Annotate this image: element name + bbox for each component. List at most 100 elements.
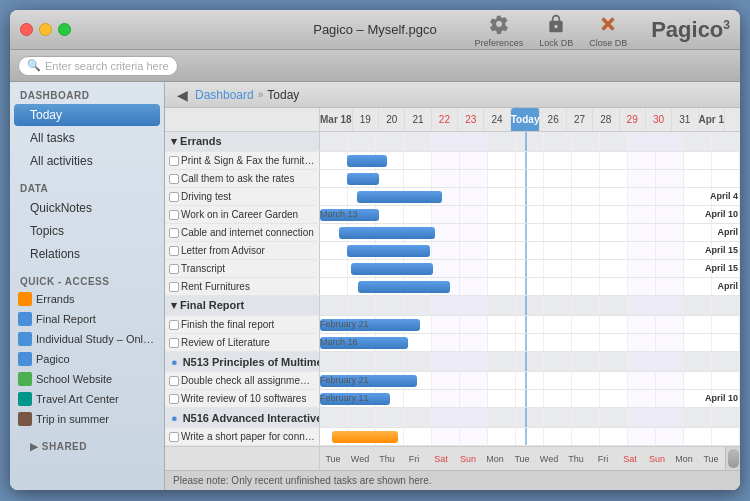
shared-section: ▶ SHARED [10, 431, 164, 462]
scrollbar-footer[interactable] [725, 447, 740, 470]
task-bar [357, 191, 442, 203]
task-checkbox[interactable] [169, 228, 179, 238]
gantt-body[interactable]: ▾ ErrandsPrint & Sign & Fax the furnitur… [165, 132, 740, 446]
qa-icon-school-website [18, 372, 32, 386]
task-checkbox[interactable] [169, 264, 179, 274]
maximize-button[interactable] [58, 23, 71, 36]
sidebar-item-quicknotes[interactable]: QuickNotes [14, 197, 160, 219]
content-area: ◀ Dashboard » Today Mar 18 19 20 21 22 2… [165, 82, 740, 490]
task-bars-area: February 21 [320, 316, 740, 333]
task-text: Driving test [181, 191, 231, 202]
date-27: 27 [567, 108, 593, 131]
foot-mon2: Mon [671, 447, 698, 470]
task-checkbox[interactable] [169, 174, 179, 184]
foot-sat2: Sat [617, 447, 644, 470]
titlebar: Pagico – Myself.pgco Preferences Lock DB [10, 10, 740, 50]
date-26: 26 [540, 108, 566, 131]
section-header-label[interactable]: ▾ Errands [165, 132, 320, 151]
task-label: Letter from Advisor [165, 242, 320, 259]
sidebar-item-all-tasks[interactable]: All tasks [14, 127, 160, 149]
foot-sun2: Sun [644, 447, 671, 470]
gantt-label-col-header [165, 108, 320, 131]
minimize-button[interactable] [39, 23, 52, 36]
close-db-label: Close DB [589, 38, 627, 48]
task-text: Cable and internet connection [181, 227, 314, 238]
scrollbar-spacer [725, 108, 740, 131]
task-checkbox[interactable] [169, 156, 179, 166]
task-label: Transcript [165, 260, 320, 277]
date-24: 24 [484, 108, 510, 131]
sidebar-item-relations[interactable]: Relations [14, 243, 160, 265]
section-header-label[interactable]: ●N513 Principles of Multimedia... [165, 352, 320, 371]
task-checkbox[interactable] [169, 282, 179, 292]
section-header-label[interactable]: ●N516 Advanced Interactive [165, 408, 320, 427]
task-bar [347, 245, 430, 257]
foot-mon1: Mon [482, 447, 509, 470]
task-text: Review of Literature [181, 337, 270, 348]
gantt-row: Letter from Advisor April 15 [165, 242, 740, 260]
task-bars-area [320, 170, 740, 187]
shared-section-title[interactable]: ▶ SHARED [20, 439, 154, 454]
task-label: Cable and internet connection [165, 224, 320, 241]
qa-item-final-report[interactable]: Final Report [10, 309, 164, 329]
task-checkbox[interactable] [169, 376, 179, 386]
bar-start-label: March 13 [320, 209, 358, 219]
breadcrumb-dashboard[interactable]: Dashboard [195, 88, 254, 102]
qa-item-trip-summer[interactable]: Trip in summer [10, 409, 164, 429]
gantt-row: Print & Sign & Fax the furniture [165, 152, 740, 170]
qa-label-pagico: Pagico [36, 353, 70, 365]
task-label: Finish the final report [165, 316, 320, 333]
sidebar-item-topics[interactable]: Topics [14, 220, 160, 242]
search-box[interactable]: 🔍 Enter search criteria here [18, 56, 178, 76]
task-checkbox[interactable] [169, 246, 179, 256]
gantt-row: Finish the final reportFebruary 21 [165, 316, 740, 334]
lock-db-button[interactable]: Lock DB [539, 12, 573, 48]
sidebar-item-all-activities[interactable]: All activities [14, 150, 160, 172]
pagico-logo: Pagico3 [651, 17, 730, 43]
window-title: Pagico – Myself.pgco [313, 22, 437, 37]
breadcrumb-sep: » [258, 89, 264, 100]
gantt-row: ▾ Errands [165, 132, 740, 152]
breadcrumb-today: Today [267, 88, 299, 102]
section-header-label[interactable]: ▾ Final Report [165, 296, 320, 315]
dashboard-section-title: DASHBOARD [10, 88, 164, 103]
gantt-header: Mar 18 19 20 21 22 23 24 Today 26 27 28 … [165, 108, 740, 132]
window-controls [20, 23, 71, 36]
qa-item-school-website[interactable]: School Website [10, 369, 164, 389]
task-label: Rent Furnitures [165, 278, 320, 295]
bar-end-label: April 10 [705, 393, 738, 403]
task-checkbox[interactable] [169, 394, 179, 404]
task-label: Review of Literature [165, 334, 320, 351]
back-button[interactable]: ◀ [173, 86, 191, 104]
task-bars-area: April 15 [320, 260, 740, 277]
task-checkbox[interactable] [169, 320, 179, 330]
task-checkbox[interactable] [169, 338, 179, 348]
foot-wed1: Wed [347, 447, 374, 470]
dashboard-section: DASHBOARD Today All tasks All activities [10, 82, 164, 175]
task-bar [332, 431, 398, 443]
sidebar-item-today[interactable]: Today [14, 104, 160, 126]
gantt-dates-header: Mar 18 19 20 21 22 23 24 Today 26 27 28 … [320, 108, 725, 131]
qa-item-pagico[interactable]: Pagico [10, 349, 164, 369]
qa-item-individual-study[interactable]: Individual Study – Online... [10, 329, 164, 349]
qa-item-errands[interactable]: Errands [10, 289, 164, 309]
scroll-thumb[interactable] [728, 449, 739, 468]
task-label: Call them to ask the rates [165, 170, 320, 187]
close-button[interactable] [20, 23, 33, 36]
task-text: Rent Furnitures [181, 281, 250, 292]
gantt-rows: ▾ ErrandsPrint & Sign & Fax the furnitur… [165, 132, 740, 446]
task-checkbox[interactable] [169, 432, 179, 442]
task-checkbox[interactable] [169, 210, 179, 220]
date-29: 29 [620, 108, 646, 131]
task-checkbox[interactable] [169, 192, 179, 202]
bar-end-label: April 15 [705, 245, 738, 255]
toolbar: 🔍 Enter search criteria here [10, 50, 740, 82]
qa-item-travel-art[interactable]: Travel Art Center [10, 389, 164, 409]
gantt-row: Write review of 10 softwaresFebruary 11A… [165, 390, 740, 408]
date-mar18: Mar 18 [320, 108, 353, 131]
foot-sat1: Sat [428, 447, 455, 470]
close-db-button[interactable]: Close DB [589, 12, 627, 48]
preferences-button[interactable]: Preferences [475, 12, 524, 48]
bar-end-label: April [717, 227, 738, 237]
gantt-footer: Tue Wed Thu Fri Sat Sun Mon Tue Wed Thu … [165, 446, 740, 470]
